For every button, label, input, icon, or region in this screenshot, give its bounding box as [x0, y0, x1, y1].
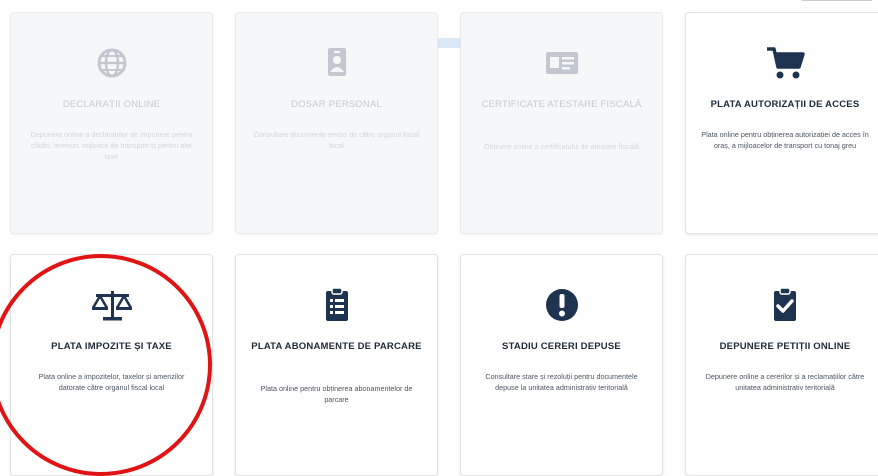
card-description: Obținere online a certificatului de ates… — [483, 142, 639, 151]
card-title: PLATA IMPOZITE ȘI TAXE — [51, 341, 172, 352]
card-description: Depunere online a declarațiilor de impun… — [30, 130, 193, 161]
card-description: Plata online a impozitelor, taxelor și a… — [38, 372, 185, 392]
card-description: Plata online pentru obținerea autorizați… — [701, 130, 869, 150]
card-description: Plata online pentru obținerea abonamente… — [260, 384, 413, 404]
card-title: PLATA AUTORIZAȚII DE ACCES — [710, 99, 860, 110]
id-badge-icon — [315, 43, 359, 83]
card-description: Consultare documente emise de către orga… — [253, 130, 420, 150]
card-plata-abonamente-parcare[interactable]: PLATA ABONAMENTE DE PARCARE Plata online… — [235, 254, 438, 476]
card-stadiu-cereri-depuse[interactable]: STADIU CERERI DEPUSE Consultare stare și… — [460, 254, 663, 476]
globe-icon — [90, 43, 134, 83]
card-title: STADIU CERERI DEPUSE — [502, 341, 621, 352]
top-right-link[interactable] — [802, 0, 872, 5]
exclamation-circle-icon — [540, 285, 584, 325]
clipboard-check-icon — [763, 285, 807, 325]
clipboard-list-icon — [315, 285, 359, 325]
card-depunere-petitii-online[interactable]: DEPUNERE PETIȚII ONLINE Depunere online … — [685, 254, 878, 476]
card-title: DEPUNERE PETIȚII ONLINE — [719, 341, 851, 352]
card-plata-autorizatii-acces[interactable]: PLATA AUTORIZAȚII DE ACCES Plata online … — [685, 12, 878, 234]
shopping-cart-icon — [763, 43, 807, 83]
id-card-icon — [540, 43, 584, 83]
card-title: CERTIFICATE ATESTARE FISCALĂ — [481, 99, 642, 110]
card-description: Depunere online a cererilor și a reclama… — [705, 372, 865, 392]
card-title: PLATA ABONAMENTE DE PARCARE — [251, 341, 422, 352]
card-title: DECLARAȚII ONLINE — [62, 99, 161, 110]
card-title: DOSAR PERSONAL — [291, 99, 382, 110]
card-dosar-personal: DOSAR PERSONAL Consultare documente emis… — [235, 12, 438, 234]
card-declaratii-online: DECLARAȚII ONLINE Depunere online a decl… — [10, 12, 213, 234]
card-plata-impozite-taxe[interactable]: PLATA IMPOZITE ȘI TAXE Plata online a im… — [10, 254, 213, 476]
card-certificate-atestare: CERTIFICATE ATESTARE FISCALĂ Obținere on… — [460, 12, 663, 234]
balance-scale-icon — [90, 285, 134, 325]
card-description: Consultare stare și rezoluții pentru doc… — [485, 372, 638, 392]
